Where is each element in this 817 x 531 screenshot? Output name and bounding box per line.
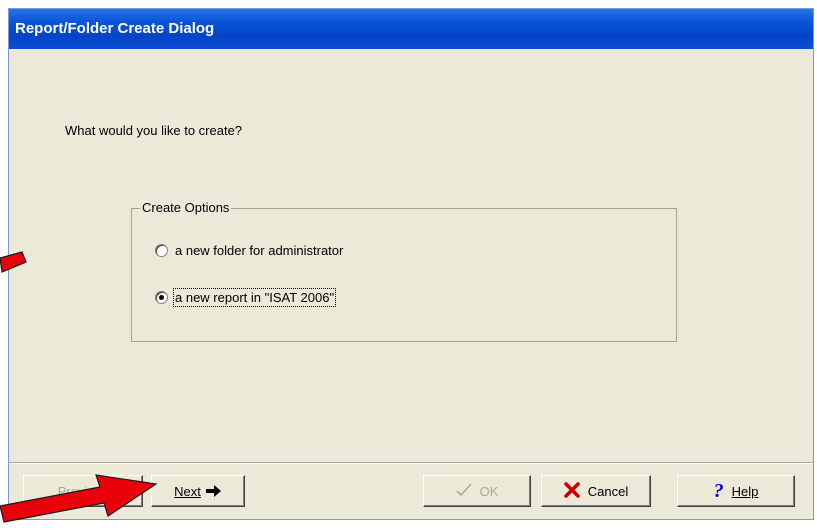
ok-label: OK (479, 483, 499, 499)
new-report-radio[interactable] (155, 290, 168, 304)
help-label: Help (731, 483, 759, 499)
new-folder-label: a new folder for administrator (175, 242, 344, 258)
help-button[interactable]: ? Help (677, 475, 795, 507)
new-folder-radio[interactable] (155, 243, 168, 257)
question-mark-icon: ? (713, 480, 724, 502)
next-button[interactable]: Next (151, 475, 245, 507)
create-options-title: Create Options (140, 200, 232, 215)
dialog-title-bar[interactable]: Report/Folder Create Dialog (9, 9, 813, 49)
cancel-button[interactable]: Cancel (541, 475, 651, 507)
red-x-icon (564, 481, 580, 501)
create-prompt: What would you like to create? (65, 123, 243, 138)
new-report-label: a new report in "ISAT 2006" (172, 287, 337, 307)
create-options-group (131, 208, 677, 342)
annotation-arrow-next (0, 474, 158, 523)
dialog-title: Report/Folder Create Dialog (15, 20, 215, 37)
option-new-report[interactable]: a new report in "ISAT 2006" (155, 287, 337, 307)
option-new-folder[interactable]: a new folder for administrator (155, 241, 343, 259)
ok-button[interactable]: OK (423, 475, 531, 507)
cancel-label: Cancel (587, 483, 629, 499)
annotation-arrow-left (0, 251, 27, 273)
right-arrow-icon (205, 485, 222, 497)
check-icon (456, 482, 472, 500)
report-folder-create-dialog: Report/Folder Create Dialog What would y… (8, 8, 814, 520)
next-label: Next (174, 483, 201, 499)
